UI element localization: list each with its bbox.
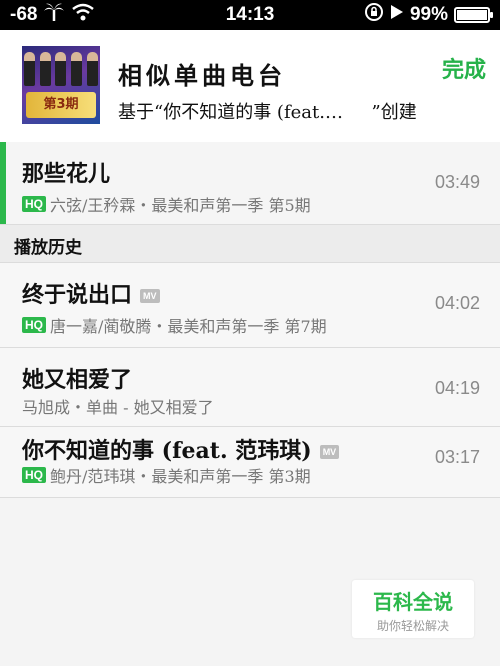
- song-title-text: 终于说出口: [22, 282, 133, 308]
- album-art-figures: [22, 52, 100, 88]
- history-label: 播放历史: [14, 238, 82, 258]
- rotation-lock-icon: [364, 2, 384, 28]
- song-meta: HQ 六弦/王矜霖・最美和声第一季 第5期: [22, 192, 311, 216]
- history-section-header: 播放历史: [0, 225, 500, 263]
- hq-badge: HQ: [22, 196, 46, 212]
- watermark-subtitle: 助你轻松解决: [376, 619, 449, 633]
- now-playing-row[interactable]: 那些花儿 HQ 六弦/王矜霖・最美和声第一季 第5期 03:49: [0, 142, 500, 225]
- album-art: 第3期: [22, 46, 100, 124]
- hq-badge: HQ: [22, 467, 46, 483]
- song-duration: 03:49: [434, 172, 480, 192]
- mv-badge[interactable]: MV: [140, 289, 160, 303]
- song-artist: 唐一嘉/蔺敬腾・最美和声第一季 第7期: [50, 317, 327, 336]
- song-meta: 马旭成・单曲 - 她又相爱了: [22, 394, 214, 418]
- status-bar: -68 14:13 99%: [0, 0, 500, 30]
- page-subtitle: 基于“你不知道的事 (feat.… ”创建: [118, 102, 417, 123]
- song-title: 那些花儿: [22, 161, 111, 187]
- song-duration: 04:19: [434, 378, 480, 398]
- watermark-title: 百科全说: [373, 590, 453, 614]
- battery-icon: [454, 7, 493, 23]
- song-title-text: 你不知道的事 (feat. 范玮琪): [22, 438, 312, 464]
- history-item[interactable]: 她又相爱了 马旭成・单曲 - 她又相爱了 04:19: [0, 348, 500, 427]
- hq-badge: HQ: [22, 317, 46, 333]
- song-artist: 鲍丹/范玮琪・最美和声第一季 第3期: [50, 467, 311, 486]
- palm-tree-icon: [43, 2, 65, 28]
- status-right: 99%: [364, 2, 493, 28]
- play-icon: [390, 4, 404, 26]
- watermark-logo: 百科全说 助你轻松解决: [352, 580, 474, 638]
- mv-badge[interactable]: MV: [319, 445, 340, 459]
- song-title: 终于说出口 MV: [22, 277, 160, 309]
- history-item[interactable]: 终于说出口 MV HQ 唐一嘉/蔺敬腾・最美和声第一季 第7期 04:02: [0, 263, 500, 348]
- song-duration: 04:02: [434, 293, 480, 313]
- now-playing-indicator: [0, 142, 6, 224]
- battery-level: [457, 10, 487, 20]
- status-left: -68: [10, 2, 95, 28]
- wifi-icon: [71, 3, 95, 27]
- song-meta: HQ 鲍丹/范玮琪・最美和声第一季 第3期: [22, 463, 311, 487]
- radio-header: 第3期 相似单曲电台 基于“你不知道的事 (feat.… ”创建 完成: [0, 30, 500, 142]
- song-artist: 六弦/王矜霖・最美和声第一季 第5期: [50, 196, 311, 215]
- page-title: 相似单曲电台: [118, 61, 286, 90]
- song-title: 你不知道的事 (feat. 范玮琪) MV: [22, 433, 340, 465]
- album-art-logo: 第3期: [26, 92, 96, 118]
- song-duration: 03:17: [434, 447, 480, 467]
- battery-percent: 99%: [409, 4, 448, 25]
- history-item[interactable]: 你不知道的事 (feat. 范玮琪) MV HQ 鲍丹/范玮琪・最美和声第一季 第…: [0, 427, 500, 498]
- song-meta: HQ 唐一嘉/蔺敬腾・最美和声第一季 第7期: [22, 313, 327, 337]
- song-artist: 马旭成・单曲 - 她又相爱了: [22, 398, 214, 417]
- done-button[interactable]: 完成: [442, 52, 486, 84]
- signal-strength: -68: [10, 4, 38, 25]
- song-title: 她又相爱了: [22, 367, 133, 393]
